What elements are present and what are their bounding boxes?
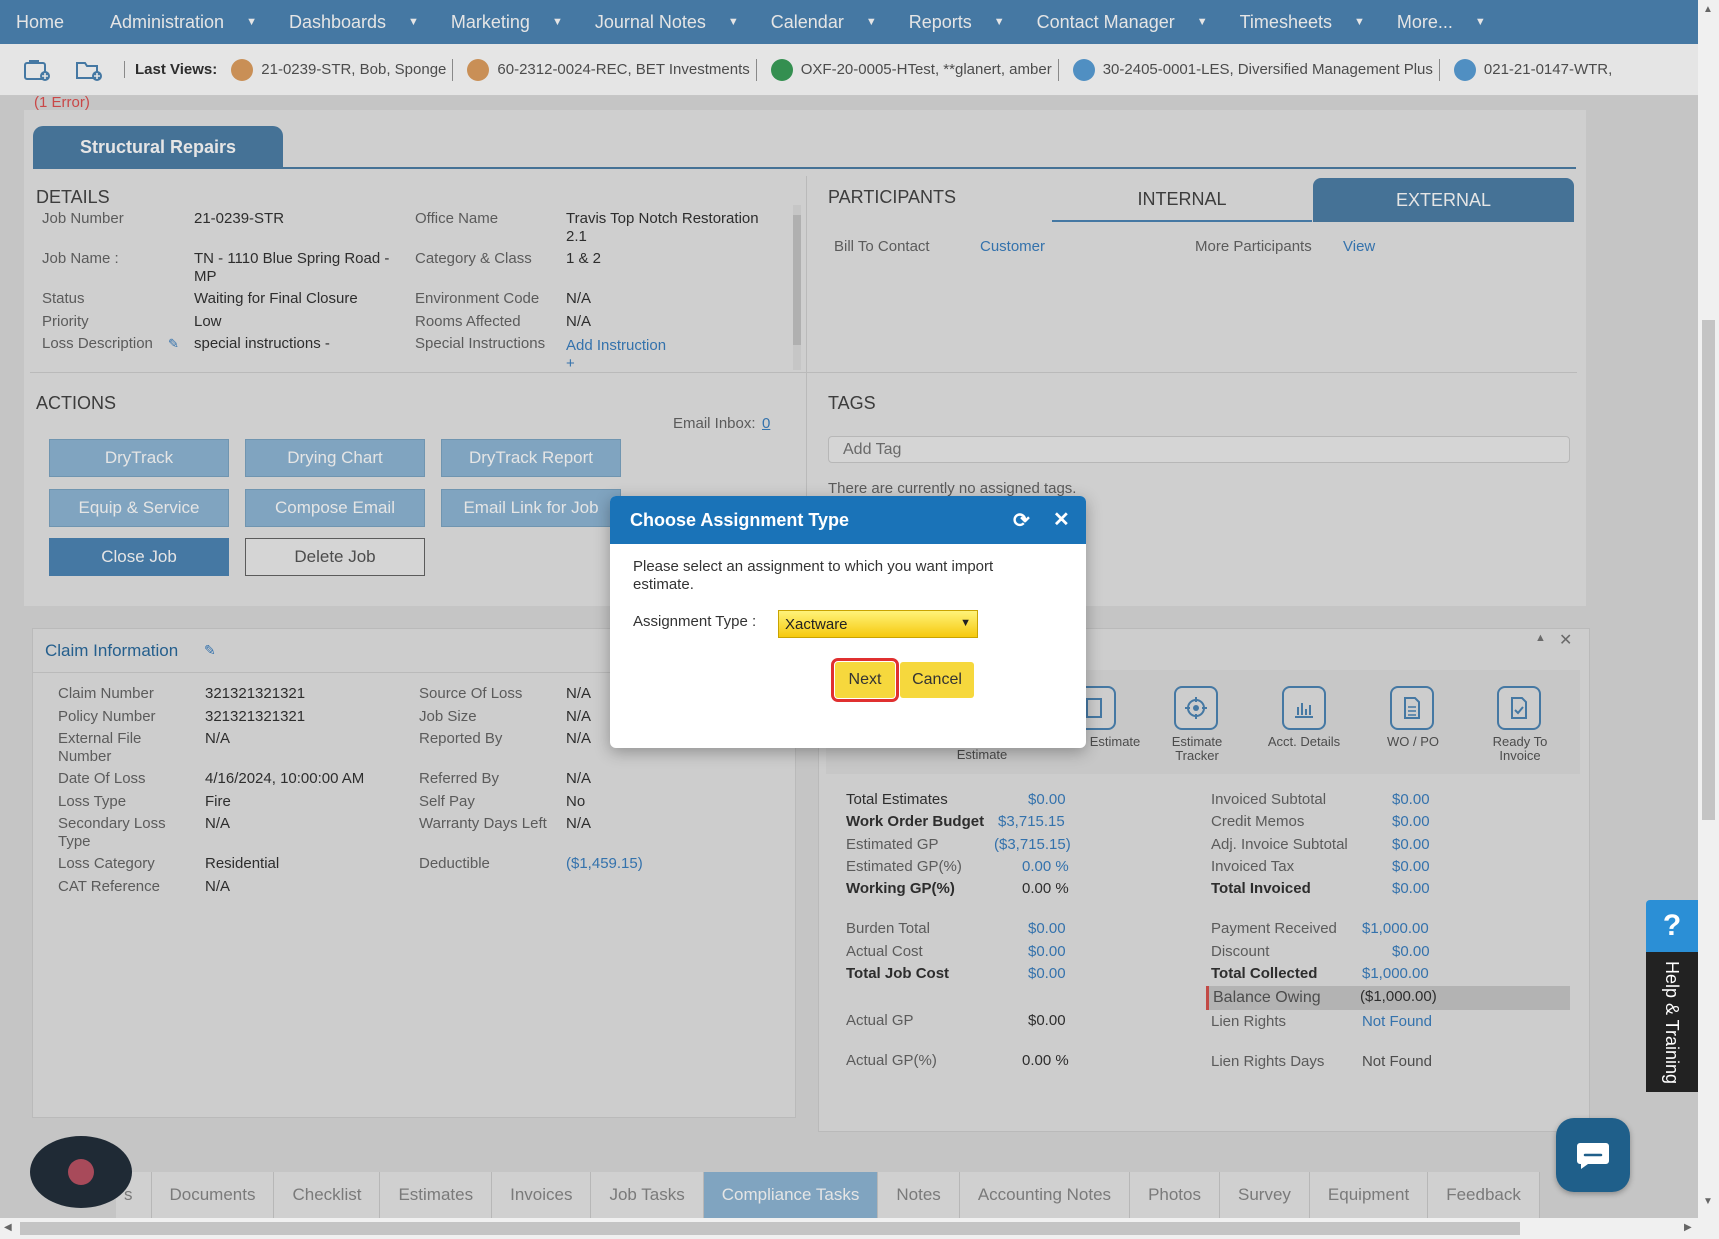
scroll-left-icon[interactable]: ◀ <box>4 1222 12 1233</box>
scroll-right-icon[interactable]: ▶ <box>1684 1222 1692 1233</box>
scroll-down-icon[interactable]: ▼ <box>1703 1196 1713 1207</box>
refresh-icon[interactable]: ⟳ <box>1013 508 1030 533</box>
chat-button[interactable] <box>1556 1118 1630 1192</box>
scroll-up-icon[interactable]: ▲ <box>1703 4 1713 15</box>
chevron-down-icon: ▼ <box>960 617 971 629</box>
dialog-header: Choose Assignment Type ⟳ ✕ <box>610 496 1086 544</box>
dialog-title: Choose Assignment Type <box>630 509 850 530</box>
assignment-type-label: Assignment Type : <box>633 613 757 630</box>
help-training-label: Help & Training <box>1662 960 1683 1084</box>
selected-value: Xactware <box>785 615 848 633</box>
dialog-message: Please select an assignment to which you… <box>633 558 994 593</box>
record-icon <box>68 1159 94 1185</box>
vertical-scrollbar[interactable]: ▲ ▼ <box>1698 0 1719 1239</box>
close-icon[interactable]: ✕ <box>1053 507 1070 532</box>
chat-icon <box>1577 1143 1609 1169</box>
scroll-thumb[interactable] <box>20 1222 1520 1235</box>
record-button[interactable] <box>30 1136 132 1208</box>
help-icon[interactable]: ? <box>1646 900 1698 952</box>
help-training-button[interactable]: Help & Training <box>1646 952 1698 1092</box>
assignment-type-select[interactable]: Xactware ▼ <box>778 610 978 638</box>
scroll-thumb[interactable] <box>1702 320 1715 820</box>
assignment-type-dialog: Choose Assignment Type ⟳ ✕ Please select… <box>610 496 1086 748</box>
next-button[interactable]: Next <box>831 658 899 702</box>
cancel-button[interactable]: Cancel <box>900 662 974 698</box>
horizontal-scrollbar[interactable]: ◀ ▶ <box>0 1218 1698 1239</box>
